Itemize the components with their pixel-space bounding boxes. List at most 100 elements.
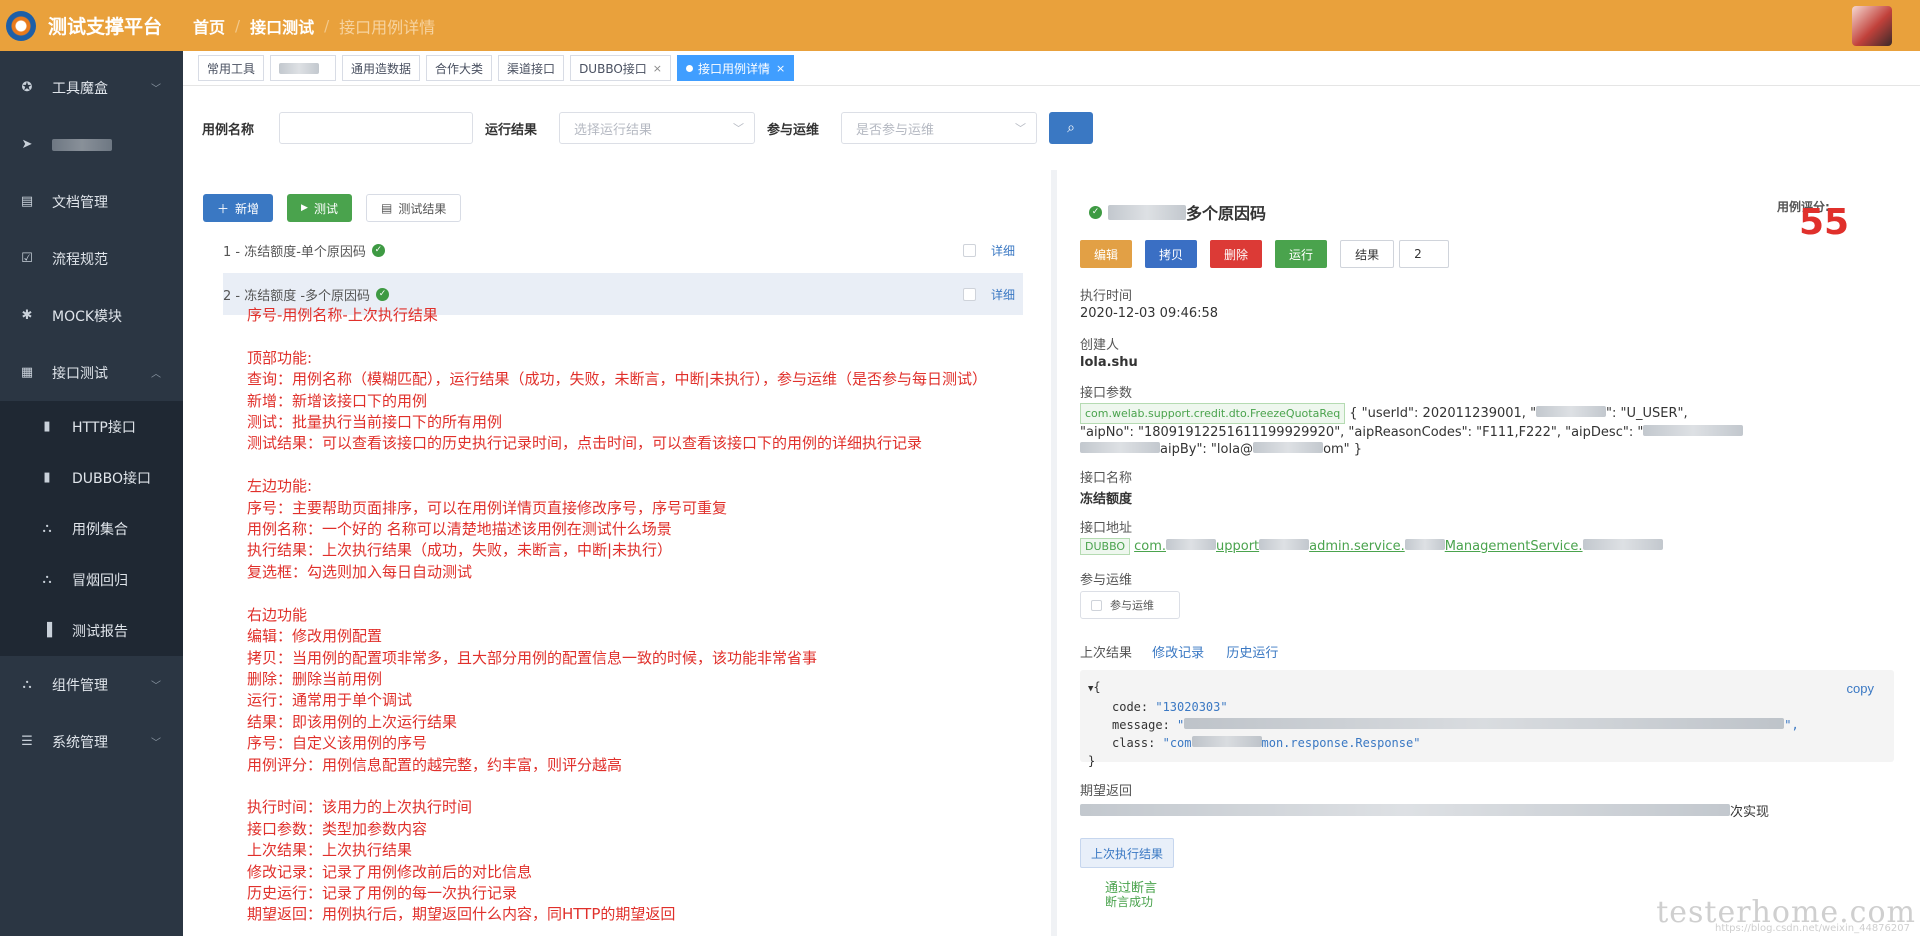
sidebar-item-label: 文档管理 xyxy=(52,194,108,211)
addr-part: com. xyxy=(1134,539,1166,554)
last-result-tab[interactable]: 上次结果 xyxy=(1080,646,1132,661)
list-icon: ☰ xyxy=(21,734,33,749)
add-button[interactable]: ＋ 新增 xyxy=(203,194,274,222)
breadcrumb-current: 接口用例详情 xyxy=(339,17,436,37)
sidebar-item-system[interactable]: ☰ 系统管理 ﹀ xyxy=(0,713,183,770)
sidebar-item-blurred[interactable]: ➤ xyxy=(0,116,183,173)
close-icon[interactable]: × xyxy=(776,62,785,75)
tab-case-detail[interactable]: 接口用例详情 × xyxy=(677,55,795,81)
ops-checkbox[interactable]: 参与运维 xyxy=(1080,591,1180,619)
active-dot-icon xyxy=(686,64,694,72)
chevron-down-icon: ﹀ xyxy=(151,681,161,692)
breadcrumb-api-test[interactable]: 接口测试 xyxy=(250,14,314,38)
params-label: 接口参数 xyxy=(1080,386,1133,401)
case-detail-panel: ✓ 多个原因码 用例评分: 55 编辑 拷贝 删除 运行 结果 2 执行时间 2… xyxy=(1057,170,1920,936)
test-button[interactable]: ▶ 测试 xyxy=(287,194,352,222)
params-type-tag: com.welab.support.credit.dto.FreezeQuota… xyxy=(1080,403,1346,424)
daily-test-checkbox[interactable] xyxy=(963,243,976,257)
result-button[interactable]: 结果 xyxy=(1340,240,1395,268)
tab-common-tools[interactable]: 常用工具 xyxy=(198,55,265,81)
sidebar-item-label: 用例集合 xyxy=(72,521,128,538)
json-value: "13020303" xyxy=(1155,700,1228,714)
params-blur xyxy=(1080,442,1160,453)
close-icon[interactable]: × xyxy=(653,62,662,75)
params-line1: com.welab.support.credit.dto.FreezeQuota… xyxy=(1080,403,1890,424)
tab-blurred[interactable] xyxy=(270,55,337,81)
copy-json-button[interactable]: copy xyxy=(1847,680,1874,698)
daily-test-checkbox[interactable] xyxy=(963,287,976,301)
sidebar-item-label: 冒烟回归 xyxy=(72,572,128,589)
ops-field: 参与运维 参与运维 xyxy=(1080,569,1180,619)
sidebar-item-http[interactable]: ▮ HTTP接口 xyxy=(0,401,183,452)
history-run-link[interactable]: 历史运行 xyxy=(1226,646,1278,661)
sidebar-item-smoke[interactable]: ⛬ 冒烟回归 xyxy=(0,554,183,605)
case-title-text: 多个原因码 xyxy=(1186,204,1267,223)
run-button[interactable]: 运行 xyxy=(1275,240,1328,268)
case-title-prefix xyxy=(1108,204,1186,220)
exec-time-label: 执行时间 xyxy=(1080,289,1133,304)
addr-part: upport xyxy=(1216,539,1260,554)
toolbox-icon: ✪ xyxy=(21,80,33,95)
modify-record-link[interactable]: 修改记录 xyxy=(1152,646,1204,661)
addr-part: admin.service. xyxy=(1309,539,1405,554)
tab-data-factory[interactable]: 通用造数据 xyxy=(342,55,421,81)
tab-label: DUBBO接口 xyxy=(579,61,647,76)
case-detail-link[interactable]: 详细 xyxy=(991,242,1015,259)
sidebar-item-components[interactable]: ⛬ 组件管理 ﹀ xyxy=(0,656,183,713)
breadcrumb-home[interactable]: 首页 xyxy=(193,14,225,38)
copy-button[interactable]: 拷贝 xyxy=(1145,240,1198,268)
order-input[interactable]: 2 xyxy=(1399,240,1450,268)
iface-addr-value[interactable]: DUBBO com. upport admin.service. ManagementS… xyxy=(1080,538,1663,555)
sidebar-item-label: 测试报告 xyxy=(72,623,128,640)
sidebar-item-mock[interactable]: ✱ MOCK模块 xyxy=(0,287,183,344)
edit-button[interactable]: 编辑 xyxy=(1080,240,1133,268)
sitemap-icon: ⛬ xyxy=(42,521,52,536)
expect-value: 次实现 xyxy=(1080,801,1890,820)
creator-label: 创建人 xyxy=(1080,338,1120,353)
tab-channel-api[interactable]: 渠道接口 xyxy=(498,55,565,81)
bar-chart-icon: ▐ xyxy=(42,623,52,638)
sidebar-item-docs[interactable]: ▤ 文档管理 xyxy=(0,173,183,230)
sidebar-item-api-test[interactable]: ▦ 接口测试 ︿ xyxy=(0,344,183,401)
case-detail-title: ✓ 多个原因码 xyxy=(1089,200,1266,224)
params-blur xyxy=(1253,442,1324,453)
tab-dubbo[interactable]: DUBBO接口 × xyxy=(570,55,672,81)
delete-button[interactable]: 删除 xyxy=(1210,240,1263,268)
exec-time-field: 执行时间 2020-12-03 09:46:58 xyxy=(1080,285,1218,321)
iface-name-field: 接口名称 冻结额度 xyxy=(1080,467,1132,507)
sidebar-item-label xyxy=(52,138,112,151)
assert-success-text: 断言成功 xyxy=(1105,895,1154,909)
case-row[interactable]: 1 - 冻结额度-单个原因码 ✓ 详细 xyxy=(223,229,1023,271)
json-value: ", xyxy=(1784,718,1799,732)
avatar[interactable] xyxy=(1852,6,1892,46)
case-name-input[interactable] xyxy=(279,112,474,144)
sidebar-item-toolbox[interactable]: ✪ 工具魔盒 ﹀ xyxy=(0,59,183,116)
sidebar-item-report[interactable]: ▐ 测试报告 xyxy=(0,605,183,656)
result-links: 上次结果 修改记录 历史运行 xyxy=(1080,642,1296,661)
sidebar-item-dubbo[interactable]: ▮ DUBBO接口 xyxy=(0,452,183,503)
ops-label: 参与运维 xyxy=(767,122,820,138)
last-exec-result-button[interactable]: 上次执行结果 xyxy=(1080,838,1175,868)
sitemap-icon: ⛬ xyxy=(42,572,52,587)
sidebar-item-process[interactable]: ☑ 流程规范 xyxy=(0,230,183,287)
case-detail-link[interactable]: 详细 xyxy=(991,286,1015,303)
json-line: } xyxy=(1088,752,1886,770)
chevron-down-icon: ﹀ xyxy=(1015,122,1027,135)
tab-partners[interactable]: 合作大类 xyxy=(426,55,493,81)
run-result-select[interactable]: 选择运行结果 ﹀ xyxy=(559,112,756,144)
ops-select[interactable]: 是否参与运维 ﹀ xyxy=(841,112,1038,144)
ops-placeholder: 是否参与运维 xyxy=(856,122,935,138)
sidebar-item-label: 接口测试 xyxy=(52,365,108,382)
case-actions: 编辑 拷贝 删除 运行 结果 2 xyxy=(1080,240,1450,268)
sidebar-item-case-set[interactable]: ⛬ 用例集合 xyxy=(0,503,183,554)
exec-time-value: 2020-12-03 09:46:58 xyxy=(1080,306,1219,321)
search-button[interactable]: ⌕ xyxy=(1049,112,1094,144)
app-logo[interactable]: 测试支撑平台 xyxy=(0,0,183,51)
expect-label: 期望返回 xyxy=(1080,784,1133,799)
json-blur xyxy=(1191,736,1262,747)
addr-blur xyxy=(1259,539,1310,550)
ops-field-label: 参与运维 xyxy=(1080,573,1133,588)
test-result-button[interactable]: ▤ 测试结果 xyxy=(365,194,462,222)
tab-label: 接口用例详情 xyxy=(698,61,771,76)
dubbo-tag: DUBBO xyxy=(1080,538,1131,555)
